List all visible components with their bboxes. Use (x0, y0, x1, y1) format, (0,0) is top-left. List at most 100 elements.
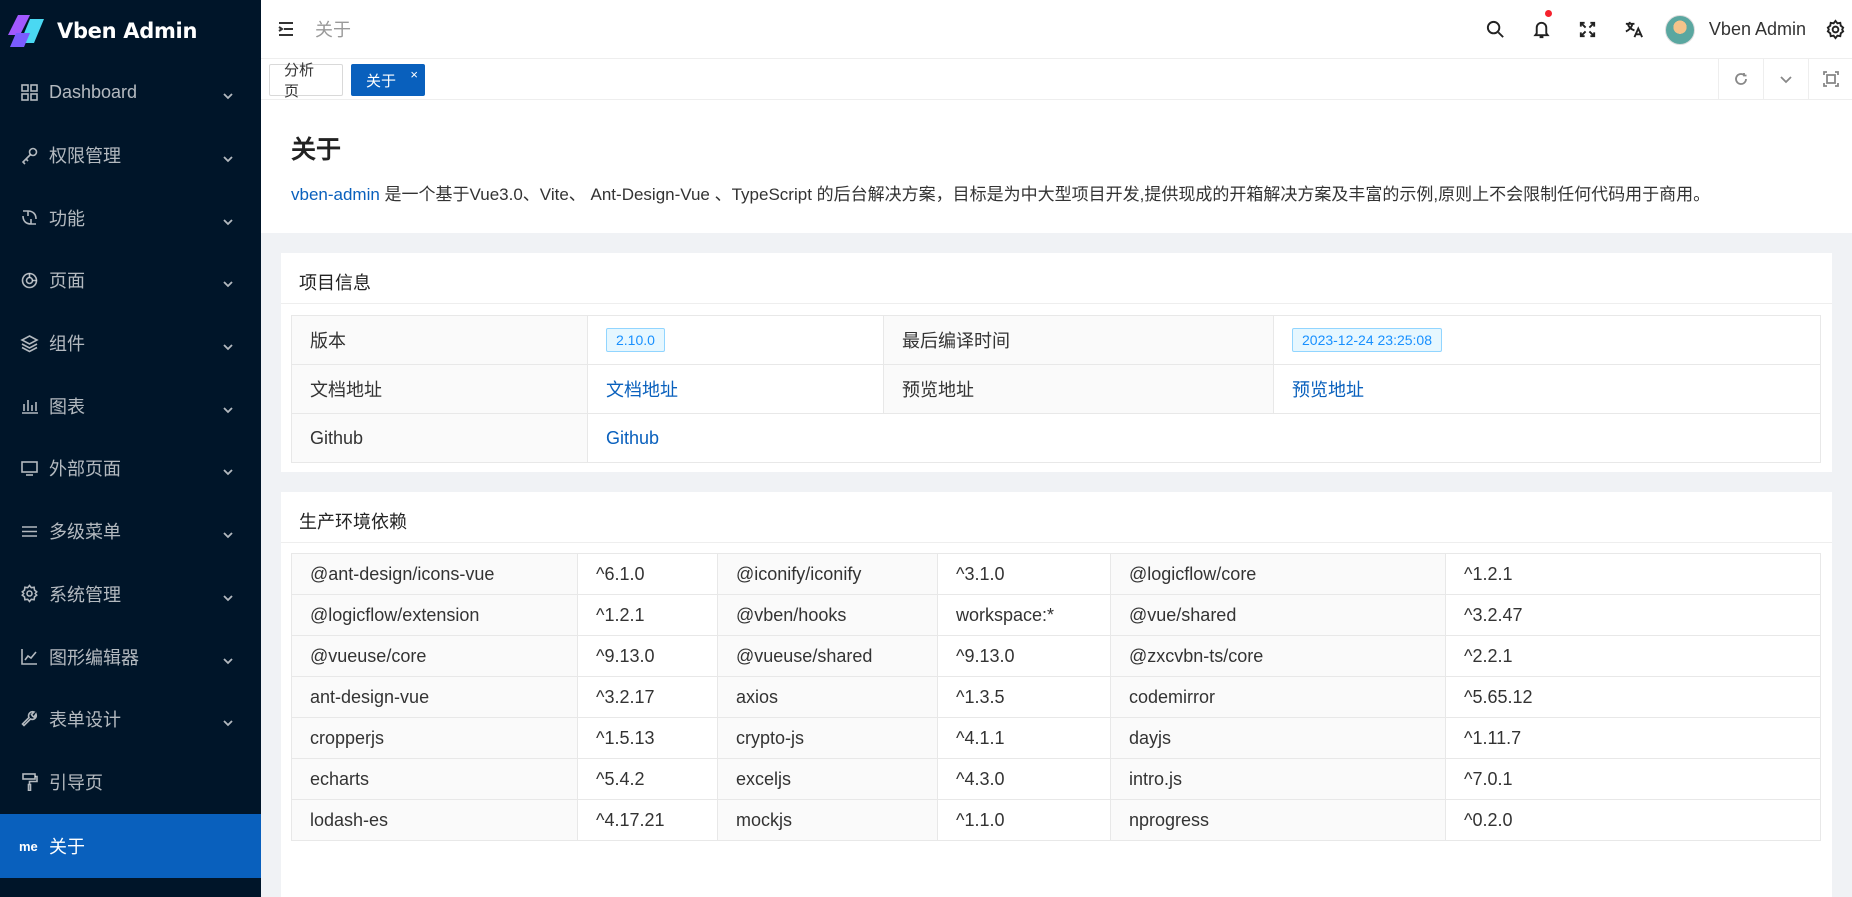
dependency-name: @vben/hooks (717, 594, 938, 636)
layers-icon (19, 333, 39, 353)
dependency-version: ^4.1.1 (937, 717, 1111, 759)
table-row: @logicflow/extension ^1.2.1 @vben/hooks wor… (291, 594, 1821, 636)
table-row: echarts ^5.4.2 exceljs ^4.3.0 intro.js ^7.0.1 (291, 758, 1821, 800)
version-cell: 2.10.0 (587, 315, 884, 365)
dependency-name: ant-design-vue (291, 676, 578, 718)
sidebar-item-label: 图形编辑器 (49, 647, 139, 668)
github-label: Github (291, 413, 588, 463)
translate-icon[interactable] (1611, 0, 1657, 59)
chevron-down-icon[interactable] (1763, 59, 1808, 99)
sidebar-item-6[interactable]: 外部页面 (0, 437, 261, 500)
dependency-name: dayjs (1110, 717, 1446, 759)
preview-link[interactable]: 预览地址 (1292, 380, 1364, 400)
search-icon[interactable] (1473, 0, 1519, 59)
tab-close-icon[interactable]: × (410, 68, 418, 81)
user-name: Vben Admin (1708, 19, 1806, 39)
version-label: 版本 (291, 315, 588, 365)
dependencies-card: 生产环境依赖 @ant-design/icons-vue ^6.1.0 @iconi… (281, 492, 1832, 897)
doc-label: 文档地址 (291, 364, 588, 414)
chevron-down-icon (222, 462, 234, 476)
doc-link[interactable]: 文档地址 (606, 380, 678, 400)
chevron-down-icon (222, 212, 234, 225)
table-row: 文档地址 文档地址 预览地址 预览地址 (291, 364, 1821, 414)
breadcrumb[interactable]: 关于 (315, 16, 351, 42)
settings-gear-icon[interactable] (1818, 0, 1852, 59)
sidebar-item-8[interactable]: 系统管理 (0, 563, 261, 626)
gear-icon (19, 584, 39, 604)
page-icon (19, 270, 39, 290)
dependency-version: ^5.4.2 (577, 758, 718, 800)
sidebar-item-0[interactable]: Dashboard (0, 61, 261, 124)
table-row: lodash-es ^4.17.21 mockjs ^1.1.0 nprogress ^0… (291, 799, 1821, 841)
dependency-version: ^7.0.1 (1445, 758, 1821, 800)
dependency-version: ^2.2.1 (1445, 635, 1821, 677)
dependency-name: @iconify/iconify (717, 553, 938, 595)
description-text: 是一个基于Vue3.0、Vite、 Ant-Design-Vue 、TypeSc… (379, 185, 1711, 204)
tab-analysis[interactable]: 分析页 (269, 62, 343, 100)
project-info-card: 项目信息 版本 2.10.0 最后编译时间 2023-12-24 23:25:0… (281, 253, 1832, 472)
monitor-icon (19, 458, 39, 478)
dependency-version: ^3.2.17 (577, 676, 718, 718)
app-logo[interactable]: Vben Admin (0, 0, 261, 61)
sidebar-item-2[interactable]: 功能 (0, 186, 261, 249)
dependency-name: codemirror (1110, 676, 1446, 718)
github-link[interactable]: Github (606, 428, 659, 448)
dependency-version: ^1.11.7 (1445, 717, 1821, 759)
page-description: vben-admin 是一个基于Vue3.0、Vite、 Ant-Design-… (291, 180, 1822, 205)
sidebar-item-11[interactable]: 引导页 (0, 751, 261, 814)
fold-fullscreen-icon[interactable] (1808, 59, 1852, 99)
chevron-down-icon (222, 525, 234, 539)
bell-icon[interactable] (1519, 0, 1565, 59)
sidebar-item-label: 系统管理 (49, 584, 121, 605)
sidebar-item-10[interactable]: 表单设计 (0, 688, 261, 751)
dependency-name: @ant-design/icons-vue (291, 553, 578, 595)
avatar (1664, 14, 1695, 45)
top-header: 关于 Vben Admin (261, 0, 1852, 59)
chevron-down-icon (222, 713, 234, 727)
sidebar-item-label: 外部页面 (49, 459, 121, 480)
build-time-cell: 2023-12-24 23:25:08 (1273, 315, 1821, 365)
dependency-name: intro.js (1110, 758, 1446, 800)
preview-label: 预览地址 (883, 364, 1274, 414)
card-title: 生产环境依赖 (281, 492, 1832, 543)
dependency-version: ^1.5.13 (577, 717, 718, 759)
sidebar-item-label: 引导页 (49, 772, 103, 793)
chevron-down-icon (222, 400, 234, 414)
sidebar-item-5[interactable]: 图表 (0, 374, 261, 437)
dependency-name: exceljs (717, 758, 938, 800)
version-tag: 2.10.0 (606, 328, 665, 352)
sidebar: Vben Admin Dashboard 权限管理 功能页面组件图表外部页面多级菜单… (0, 0, 261, 897)
table-row: Github Github (291, 413, 1821, 463)
sidebar-item-label: 图表 (49, 396, 85, 417)
sidebar-item-1[interactable]: 权限管理 (0, 124, 261, 187)
dependency-name: @vue/shared (1110, 594, 1446, 636)
sidebar-item-4[interactable]: 组件 (0, 312, 261, 375)
card-title: 项目信息 (281, 253, 1832, 304)
fullscreen-icon[interactable] (1565, 0, 1611, 59)
build-time-label: 最后编译时间 (883, 315, 1274, 365)
collapse-menu-icon[interactable] (275, 18, 297, 40)
sidebar-item-3[interactable]: 页面 (0, 249, 261, 312)
build-time-tag: 2023-12-24 23:25:08 (1292, 328, 1442, 352)
side-menu: Dashboard 权限管理 功能页面组件图表外部页面多级菜单系统管理图形编辑器表单… (0, 61, 261, 879)
dependency-version: ^0.2.0 (1445, 799, 1821, 841)
vben-admin-link[interactable]: vben-admin (291, 185, 380, 204)
doc-cell: 文档地址 (587, 364, 884, 414)
sidebar-item-about[interactable]: me 关于 (0, 814, 261, 879)
page-header: 关于 vben-admin 是一个基于Vue3.0、Vite、 Ant-Desi… (261, 100, 1852, 233)
main-content: 关于 vben-admin 是一个基于Vue3.0、Vite、 Ant-Desi… (261, 100, 1852, 897)
tab-about[interactable]: 关于 × (351, 64, 425, 96)
sidebar-item-label: 页面 (49, 271, 85, 292)
preview-cell: 预览地址 (1273, 364, 1821, 414)
chevron-down-icon (222, 651, 234, 664)
table-row: @ant-design/icons-vue ^6.1.0 @iconify/icon… (291, 553, 1821, 595)
dependency-version: ^1.2.1 (577, 594, 718, 636)
user-dropdown[interactable]: Vben Admin (1657, 0, 1818, 59)
sidebar-item-7[interactable]: 多级菜单 (0, 500, 261, 563)
function-icon (19, 208, 39, 228)
menu-lines-icon (19, 521, 39, 541)
sidebar-item-9[interactable]: 图形编辑器 (0, 625, 261, 688)
tab-label: 分析页 (284, 62, 315, 100)
chevron-down-icon (222, 149, 234, 163)
refresh-icon[interactable] (1718, 59, 1763, 99)
